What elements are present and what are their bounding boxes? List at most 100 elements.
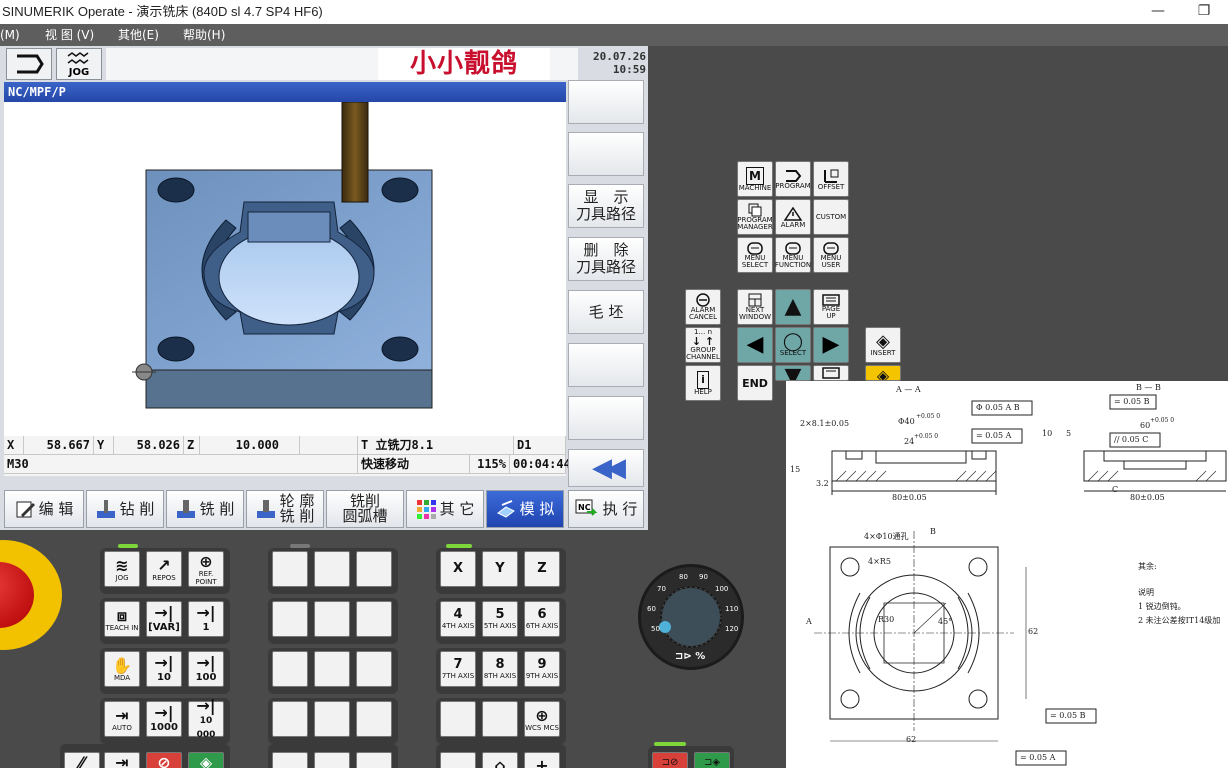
user-key[interactable] xyxy=(272,551,308,587)
delete-tool-path-softkey[interactable]: 删 除 刀具路径 xyxy=(568,237,644,281)
user-key[interactable] xyxy=(314,551,350,587)
user-key[interactable] xyxy=(314,601,350,637)
other-softkey[interactable]: 其 它 xyxy=(406,490,484,528)
back-softkey[interactable]: ◀◀ xyxy=(568,449,644,487)
contour-milling-softkey[interactable]: 轮 廓铣 削 xyxy=(246,490,324,528)
increment-1-key[interactable]: →| 1 xyxy=(188,601,224,637)
group-channel-key[interactable]: 1… n ↓ ↑ GROUP CHANNEL xyxy=(685,327,721,363)
menu-user-key[interactable]: MENU USER xyxy=(813,237,849,273)
offset-key[interactable]: OFFSET xyxy=(813,161,849,197)
page-up-key[interactable]: PAGE UP xyxy=(813,289,849,325)
axis-7-key[interactable]: 7 7TH AXIS xyxy=(440,651,476,687)
vertical-softkey-6[interactable] xyxy=(568,343,644,387)
restore-button[interactable]: ❐ xyxy=(1186,0,1222,24)
menu-item-view[interactable]: 视 图 (V) xyxy=(45,24,94,46)
menu-function-key[interactable]: MENU FUNCTION xyxy=(775,237,811,273)
menu-item-help[interactable]: 帮助(H) xyxy=(183,24,225,46)
auto-key[interactable]: ⇥ AUTO xyxy=(104,701,140,737)
increment-10000-key[interactable]: →| 10 000 xyxy=(188,697,224,740)
menu-item-m[interactable]: (M) xyxy=(0,24,20,46)
start-key[interactable]: ◈ xyxy=(188,752,224,768)
simulate-softkey[interactable]: 模 拟 xyxy=(486,490,564,528)
page-down-key[interactable] xyxy=(813,365,849,381)
simulation-view[interactable] xyxy=(4,102,566,436)
user-key[interactable] xyxy=(314,651,350,687)
program-manager-key[interactable]: PROGRAM MANAGER xyxy=(737,199,773,235)
insert-key[interactable]: ◈ INSERT xyxy=(865,327,901,363)
blank-axis-key[interactable] xyxy=(440,752,476,768)
increment-100-key[interactable]: →| 100 xyxy=(188,651,224,687)
drilling-softkey[interactable]: 钻 削 xyxy=(86,490,164,528)
jog-key[interactable]: ≋ JOG xyxy=(104,551,140,587)
program-key[interactable]: PROGRAM xyxy=(775,161,811,197)
select-key[interactable]: ◯ SELECT xyxy=(775,327,811,363)
user-key[interactable] xyxy=(314,701,350,737)
user-key[interactable] xyxy=(272,701,308,737)
user-key[interactable] xyxy=(356,551,392,587)
next-window-key[interactable]: NEXT WINDOW xyxy=(737,289,773,325)
menu-select-key[interactable]: MENU SELECT xyxy=(737,237,773,273)
rapid-key[interactable]: ⌂ xyxy=(482,752,518,768)
increment-10-key[interactable]: →| 10 xyxy=(146,651,182,687)
menu-item-other[interactable]: 其他(E) xyxy=(118,24,159,46)
execute-softkey[interactable]: NC 执 行 xyxy=(568,490,644,528)
cycle-key[interactable]: ⁄⁄ xyxy=(64,752,100,768)
feed-override-dial[interactable]: 50 60 70 80 90 100 110 120 ⊐⊳ % xyxy=(638,564,744,670)
cursor-left-key[interactable]: ◀ xyxy=(737,327,773,363)
vertical-softkey-7[interactable] xyxy=(568,396,644,440)
increment-1000-key[interactable]: →| 1000 xyxy=(146,701,182,737)
user-key[interactable] xyxy=(356,601,392,637)
alarm-cancel-key[interactable]: ALARM CANCEL xyxy=(685,289,721,325)
spindle-start-key[interactable]: ⊐◈ xyxy=(694,752,730,768)
reset-key[interactable]: ⊘ xyxy=(146,752,182,768)
mda-key[interactable]: ✋ MDA xyxy=(104,651,140,687)
help-key[interactable]: i HELP xyxy=(685,365,721,401)
teach-in-key[interactable]: ⧈ TEACH IN xyxy=(104,601,140,637)
repos-key[interactable]: ↗ REPOS xyxy=(146,551,182,587)
user-key[interactable] xyxy=(272,752,308,768)
user-key[interactable] xyxy=(272,601,308,637)
axis-5-key[interactable]: 5 5TH AXIS xyxy=(482,601,518,637)
date-time: 20.07.26 10:59 xyxy=(580,50,646,76)
machine-key[interactable]: M MACHINE xyxy=(737,161,773,197)
arrow-down-icon: ▼ xyxy=(784,365,802,381)
vertical-softkey-2[interactable] xyxy=(568,132,644,176)
user-key[interactable] xyxy=(356,651,392,687)
arc-slot-milling-softkey[interactable]: 铣削 圆弧槽 xyxy=(326,490,404,528)
var-increment-key[interactable]: →| [VAR] xyxy=(146,601,182,637)
blank-axis-key[interactable] xyxy=(482,701,518,737)
cursor-down-key[interactable]: ▼ xyxy=(775,365,811,381)
user-key[interactable] xyxy=(356,752,392,768)
custom-key[interactable]: CUSTOM xyxy=(813,199,849,235)
input-key[interactable]: ◈ xyxy=(865,365,901,381)
jog-mode-button[interactable]: JOG xyxy=(56,48,102,80)
z-axis-key[interactable]: Z xyxy=(524,551,560,587)
end-key[interactable]: END xyxy=(737,365,773,401)
axis-8-key[interactable]: 8 8TH AXIS xyxy=(482,651,518,687)
program-area-button[interactable] xyxy=(6,48,52,80)
y-axis-key[interactable]: Y xyxy=(482,551,518,587)
show-tool-path-softkey[interactable]: 显 示 刀具路径 xyxy=(568,184,644,228)
axis-4-key[interactable]: 4 4TH AXIS xyxy=(440,601,476,637)
user-key[interactable] xyxy=(314,752,350,768)
vertical-softkey-1[interactable] xyxy=(568,80,644,124)
edit-softkey[interactable]: 编 辑 xyxy=(4,490,84,528)
single-block-key[interactable]: ⇥ xyxy=(104,752,140,768)
spindle-stop-key[interactable]: ⊐⊘ xyxy=(652,752,688,768)
blank-axis-key[interactable] xyxy=(440,701,476,737)
user-key[interactable] xyxy=(272,651,308,687)
cursor-up-key[interactable]: ▲ xyxy=(775,289,811,325)
axis-9-key[interactable]: 9 9TH AXIS xyxy=(524,651,560,687)
x-axis-key[interactable]: X xyxy=(440,551,476,587)
plus-key[interactable]: + xyxy=(524,752,560,768)
cursor-right-key[interactable]: ▶ xyxy=(813,327,849,363)
user-key[interactable] xyxy=(356,701,392,737)
blank-softkey[interactable]: 毛 坯 xyxy=(568,290,644,334)
minimize-button[interactable]: — xyxy=(1140,0,1176,24)
axis-6-key[interactable]: 6 6TH AXIS xyxy=(524,601,560,637)
key-label: 10 xyxy=(157,671,171,683)
alarm-key[interactable]: ALARM xyxy=(775,199,811,235)
wcs-mcs-key[interactable]: ⊕ WCS MCS xyxy=(524,701,560,737)
ref-point-key[interactable]: ⊕ REF. POINT xyxy=(188,551,224,587)
milling-softkey[interactable]: 铣 削 xyxy=(166,490,244,528)
